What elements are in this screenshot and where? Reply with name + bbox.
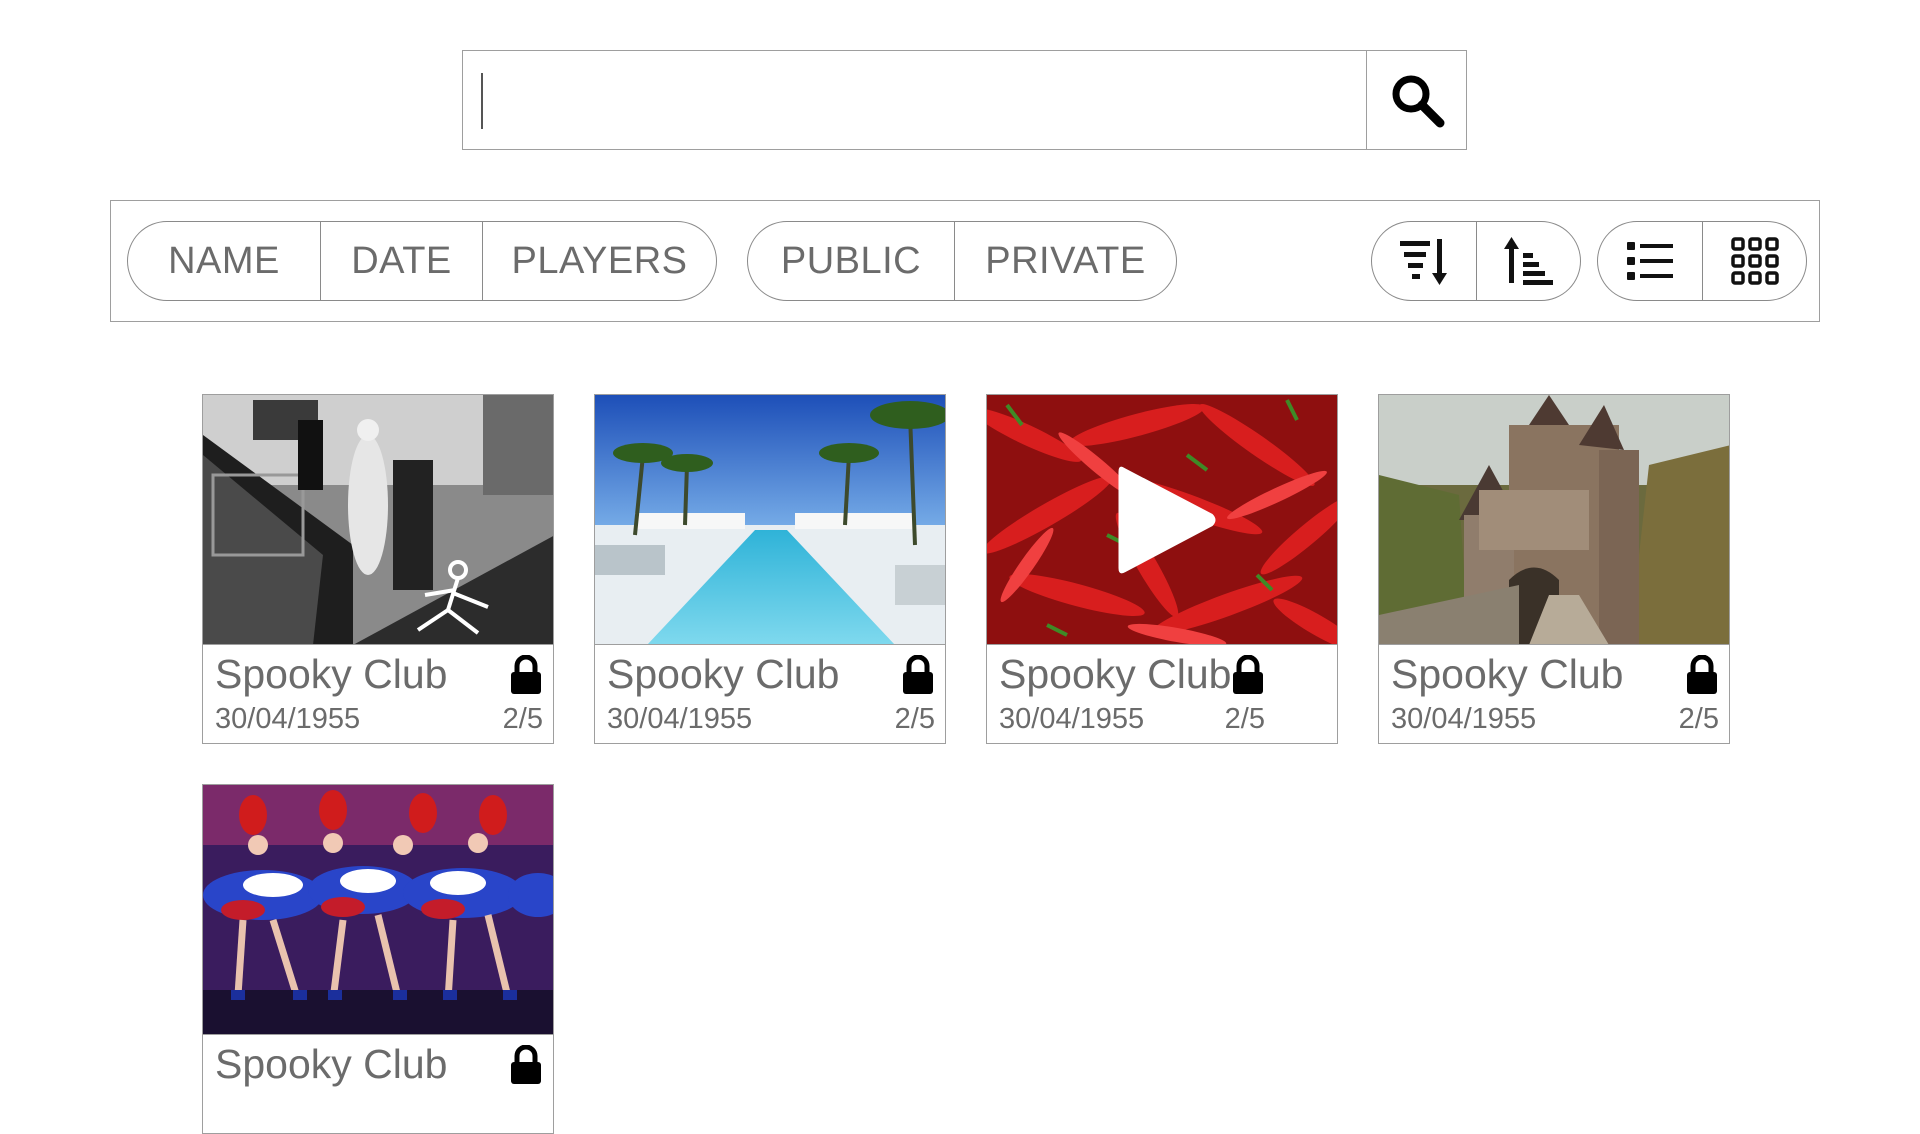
room-date: 30/04/1955	[1391, 703, 1537, 735]
room-title: Spooky Club	[1391, 651, 1624, 697]
room-players: 2/5	[894, 703, 935, 735]
room-card[interactable]: Spooky Club 30/04/1955 2/5	[1378, 394, 1730, 744]
sort-by-date-button[interactable]: DATE	[320, 222, 482, 300]
room-card[interactable]: Spooky Club 30/04/1955 2/5	[594, 394, 946, 744]
lock-icon	[509, 655, 543, 695]
room-card[interactable]: Spooky Club 30/04/1955 2/5	[986, 394, 1338, 744]
room-date: 30/04/1955	[999, 703, 1145, 735]
room-title: Spooky Club	[607, 651, 840, 697]
sort-ascending-button[interactable]	[1476, 222, 1580, 300]
room-thumbnail	[1379, 395, 1729, 645]
sort-ascending-icon	[1503, 237, 1553, 285]
room-thumbnail	[203, 785, 553, 1035]
grid-view-icon	[1730, 237, 1779, 285]
list-view-icon	[1627, 242, 1673, 280]
room-thumbnail	[987, 395, 1337, 645]
sort-descending-button[interactable]	[1372, 222, 1476, 300]
room-title: Spooky Club	[999, 651, 1232, 697]
room-thumbnail	[595, 395, 945, 645]
sort-by-players-button[interactable]: PLAYERS	[482, 222, 716, 300]
search-input[interactable]	[463, 51, 1366, 149]
sort-field-group: NAME DATE PLAYERS	[127, 221, 717, 301]
room-players: 2/5	[1224, 703, 1265, 735]
sort-by-name-button[interactable]: NAME	[128, 222, 320, 300]
room-title: Spooky Club	[215, 1041, 448, 1087]
lock-icon	[509, 1045, 543, 1085]
search-bar	[462, 50, 1467, 150]
sort-order-group	[1371, 221, 1581, 301]
list-view-button[interactable]	[1598, 222, 1702, 300]
room-players: 2/5	[1678, 703, 1719, 735]
visibility-filter-group: PUBLIC PRIVATE	[747, 221, 1177, 301]
lock-icon	[901, 655, 935, 695]
search-icon	[1392, 75, 1444, 128]
filter-toolbar: NAME DATE PLAYERS PUBLIC PRIVATE	[110, 200, 1820, 322]
sort-descending-icon	[1400, 239, 1447, 285]
text-cursor	[481, 73, 483, 129]
grid-view-button[interactable]	[1702, 222, 1806, 300]
public-filter-button[interactable]: PUBLIC	[748, 222, 954, 300]
room-title: Spooky Club	[215, 651, 448, 697]
room-players: 2/5	[502, 703, 543, 735]
view-mode-group	[1597, 221, 1807, 301]
search-button[interactable]	[1366, 51, 1466, 149]
lock-icon	[1231, 655, 1265, 695]
room-card[interactable]: Spooky Club	[202, 784, 554, 1134]
lock-icon	[1685, 655, 1719, 695]
private-filter-button[interactable]: PRIVATE	[954, 222, 1176, 300]
room-date: 30/04/1955	[607, 703, 753, 735]
room-date: 30/04/1955	[215, 703, 361, 735]
room-thumbnail	[203, 395, 553, 645]
room-card[interactable]: Spooky Club 30/04/1955 2/5	[202, 394, 554, 744]
play-icon	[1118, 466, 1216, 573]
